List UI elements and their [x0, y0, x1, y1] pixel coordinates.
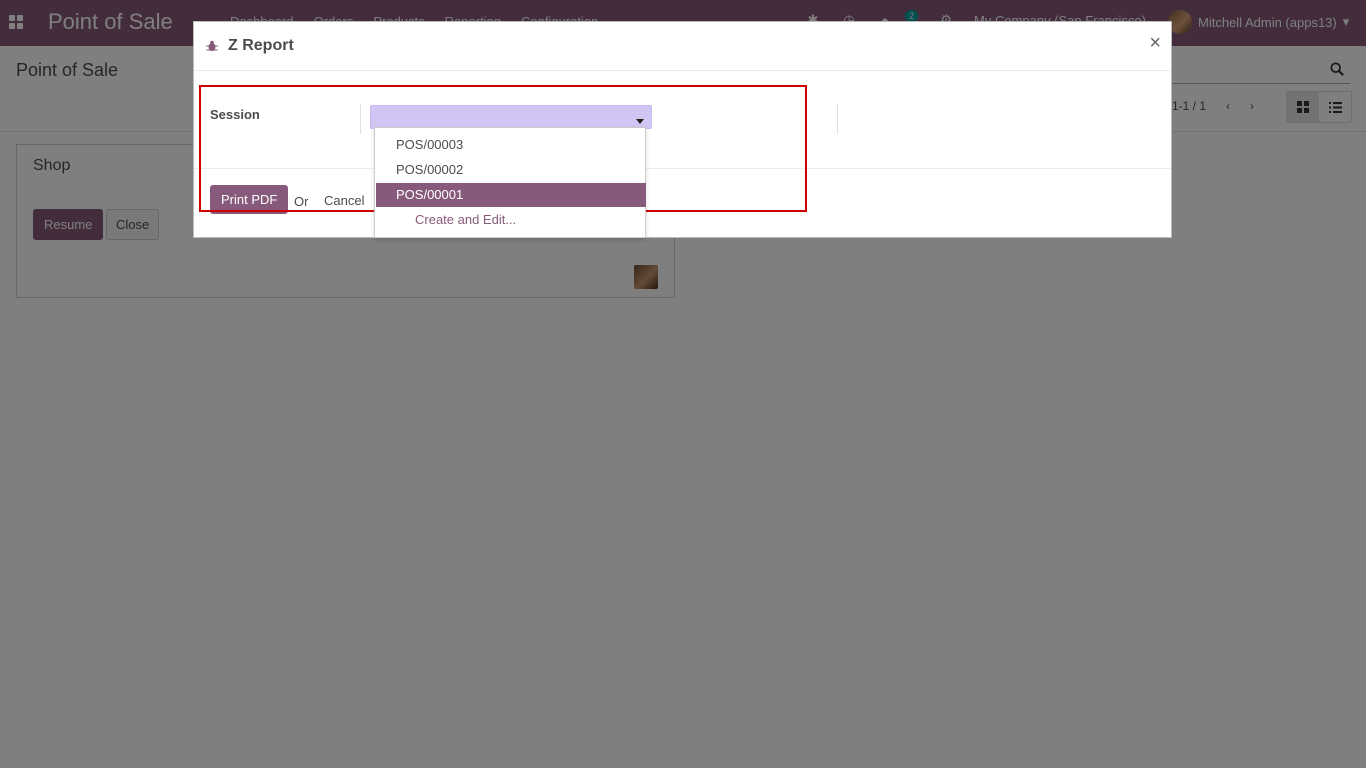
caret-down-icon[interactable] [636, 119, 644, 124]
session-field-label: Session [210, 107, 260, 122]
create-and-edit-link[interactable]: Create and Edit... [415, 212, 516, 227]
modal-header: Z Report × [194, 22, 1171, 71]
modal-body: Session [194, 71, 1171, 169]
z-report-dialog: Z Report × Session Print PDF Or Cancel [193, 21, 1172, 238]
divider [360, 104, 361, 134]
dropdown-option-active[interactable]: POS/00001 [376, 183, 646, 207]
modal-title: Z Report [228, 37, 294, 54]
modal-footer: Print PDF Or Cancel [194, 169, 1171, 239]
print-pdf-button[interactable]: Print PDF [210, 185, 289, 214]
close-icon[interactable]: × [1149, 32, 1161, 55]
bug-icon [206, 40, 218, 51]
or-text: Or [294, 194, 309, 209]
divider [837, 104, 838, 134]
session-select[interactable] [370, 105, 652, 129]
session-dropdown: POS/00003 POS/00002 POS/00001 Create and… [374, 127, 646, 238]
dropdown-option[interactable]: POS/00002 [376, 158, 646, 182]
dropdown-option[interactable]: POS/00003 [376, 133, 646, 157]
cancel-button[interactable]: Cancel [324, 193, 364, 208]
